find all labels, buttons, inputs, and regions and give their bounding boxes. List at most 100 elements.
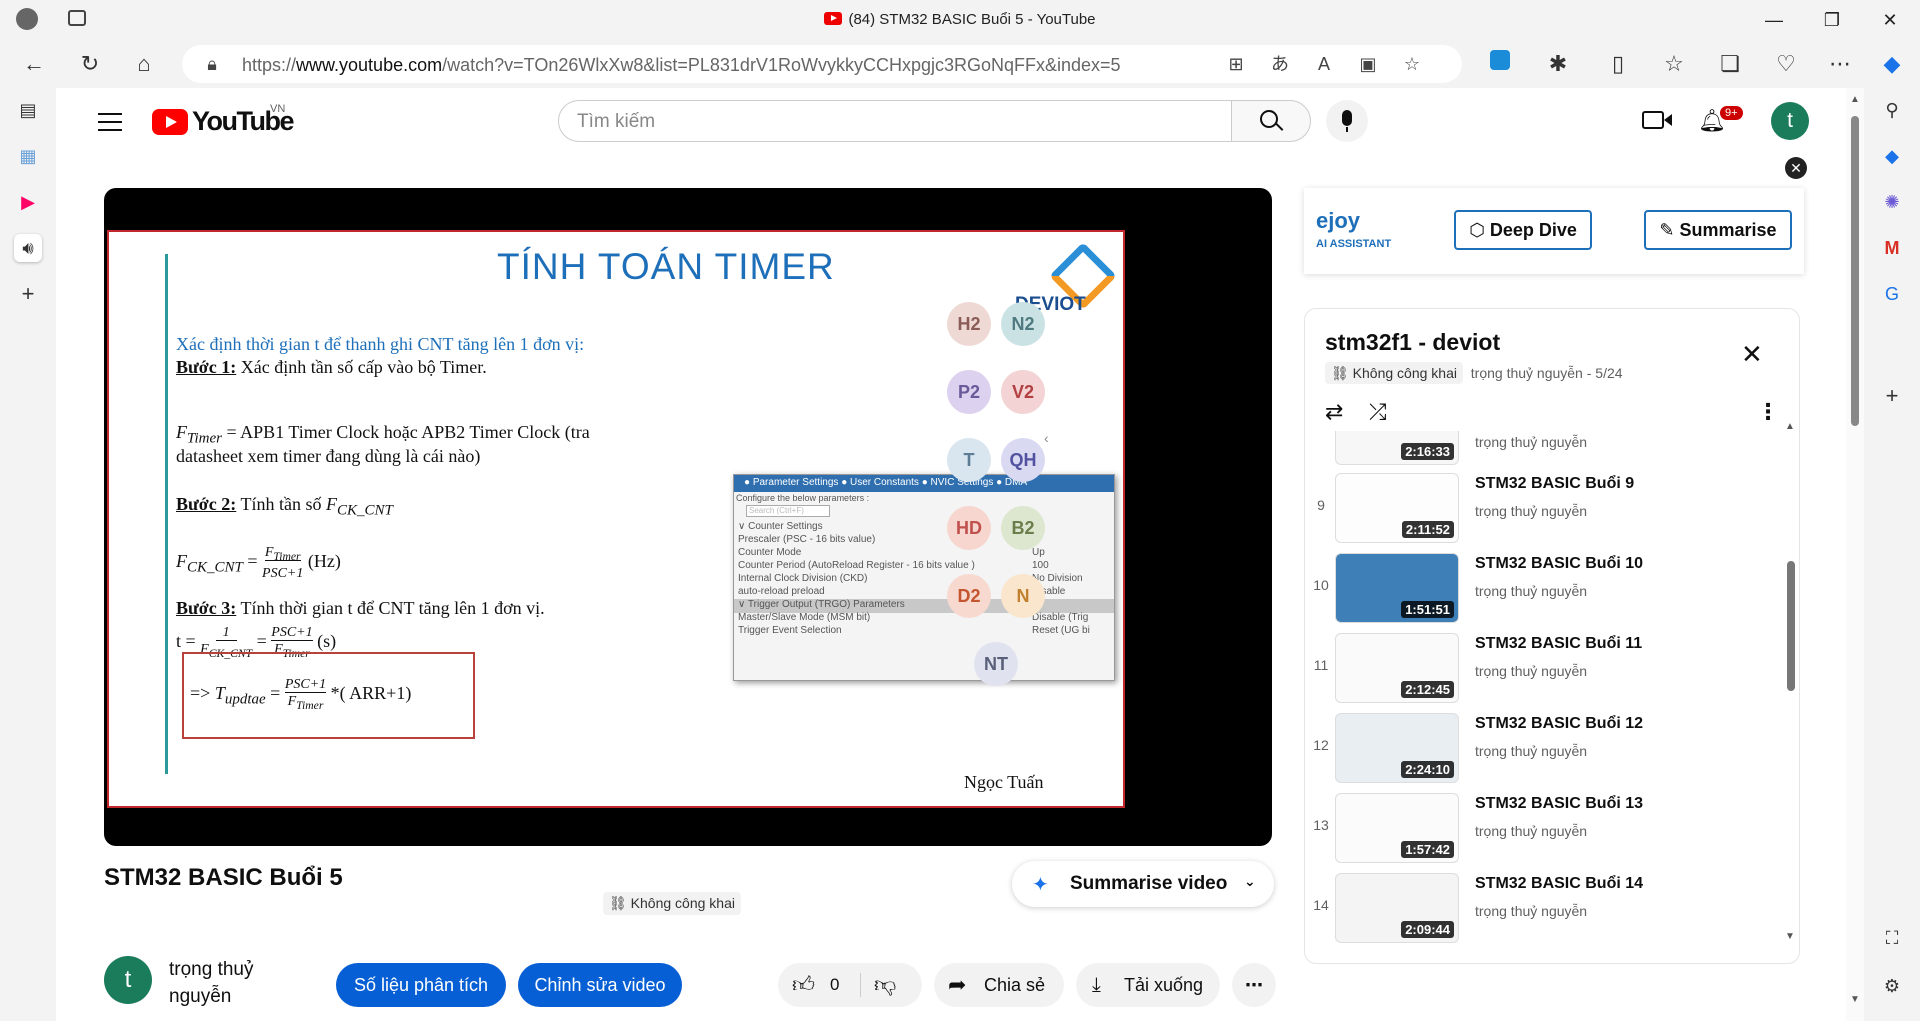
playlist-item-channel[interactable]: trọng thuỷ nguyễn (1475, 823, 1587, 839)
copilot-sidebar-icon[interactable]: ✺ (1878, 188, 1906, 216)
playlist-item[interactable]: 14 2:09:44 STM32 BASIC Buổi 14 trọng thuỷ n… (1305, 869, 1775, 947)
playlist-item-index: 11 (1313, 657, 1329, 673)
minimize-button[interactable]: — (1754, 6, 1794, 34)
page-scroll-thumb[interactable] (1851, 116, 1859, 426)
playlist-item-title[interactable]: STM32 BASIC Buổi 11 (1475, 635, 1642, 653)
channel-avatar[interactable]: t (104, 956, 152, 1004)
playlist-item-title[interactable]: STM32 BASIC Buổi 13 (1475, 795, 1643, 813)
collapse-chevron-icon[interactable]: ‹ (1044, 430, 1049, 446)
search-input[interactable]: Tìm kiếm (558, 100, 1232, 142)
playlist-item-channel[interactable]: trọng thuỷ nguyễn (1475, 583, 1587, 599)
copilot-icon[interactable]: ◆ (1876, 48, 1908, 80)
scroll-up-icon[interactable]: ▲ (1850, 94, 1860, 105)
translate-icon[interactable]: あ (1268, 52, 1292, 76)
split-screen-icon[interactable]: ▯ (1602, 48, 1634, 80)
analytics-button[interactable]: Số liệu phân tích (336, 963, 506, 1007)
page-scrollbar[interactable]: ▲ ▼ (1846, 88, 1864, 1021)
user-avatar[interactable]: t (1771, 102, 1809, 140)
edit-icon: ✎ (1659, 220, 1680, 240)
new-tab-plus-icon[interactable]: + (14, 280, 42, 308)
playlist-item[interactable]: 12 2:24:10 STM32 BASIC Buổi 12 trọng thuỷ n… (1305, 709, 1775, 787)
summarise-video-button[interactable]: ✦ Summarise video ⌄ (1012, 861, 1274, 907)
playlist-item-title[interactable]: STM32 BASIC Buổi 14 (1475, 875, 1643, 893)
playlist-title[interactable]: stm32f1 - deviot (1325, 329, 1500, 356)
playlist-item-thumbnail[interactable]: 1:57:42 (1335, 793, 1459, 863)
ejoy-close-icon[interactable]: ✕ (1785, 157, 1807, 179)
loop-playlist-icon[interactable]: ⇄ (1325, 399, 1343, 425)
maximize-button[interactable]: ❐ (1812, 6, 1852, 34)
playlist-item[interactable]: 11 2:12:45 STM32 BASIC Buổi 11 trọng thuỷ n… (1305, 629, 1775, 707)
add-favorite-star-icon[interactable]: ☆ (1400, 52, 1424, 76)
playlist-item-title[interactable]: STM32 BASIC Buổi 10 (1475, 555, 1643, 573)
playlist-item-channel[interactable]: trọng thuỷ nguyễn (1475, 743, 1587, 759)
more-menu-icon[interactable]: ⋯ (1824, 48, 1856, 80)
read-aloud-icon[interactable]: A (1312, 52, 1336, 76)
settings-gear-icon[interactable]: ⚙ (1878, 972, 1906, 1000)
playlist-item-thumbnail[interactable]: 2:12:45 (1335, 633, 1459, 703)
playlist-scroll-down-icon[interactable]: ▼ (1785, 931, 1795, 942)
playlist-menu-icon[interactable]: ⋮ (1757, 399, 1779, 425)
picture-in-picture-icon[interactable]: ▣ (1356, 52, 1380, 76)
menu-hamburger-icon[interactable] (98, 113, 122, 131)
voice-search-button[interactable] (1326, 100, 1368, 142)
playlist-scroll-thumb[interactable] (1787, 561, 1795, 691)
ejoy-summarise-button[interactable]: ✎ Summarise (1644, 210, 1792, 250)
playlist-item-title[interactable]: STM32 BASIC Buổi 9 (1475, 475, 1634, 493)
like-thumb-icon[interactable]: 👍︎ (792, 963, 815, 1007)
more-actions-button[interactable]: ⋯ (1232, 963, 1276, 1007)
playlist-item-partial[interactable]: 2:16:33 trọng thuỷ nguyễn (1305, 431, 1775, 465)
playlist-item-thumbnail[interactable]: 1:51:51 (1335, 553, 1459, 623)
audio-playing-tab-icon[interactable]: 🔊︎ (14, 234, 42, 262)
close-window-button[interactable]: ✕ (1870, 6, 1910, 34)
playlist-item-thumbnail[interactable]: 2:11:52 (1335, 473, 1459, 543)
download-button[interactable]: ⤓ Tải xuống (1076, 963, 1220, 1007)
tab-overview-icon[interactable]: ▤ (14, 96, 42, 124)
playlist-item-channel[interactable]: trọng thuỷ nguyễn (1475, 503, 1587, 519)
search-icon (1260, 110, 1278, 128)
edit-video-button[interactable]: Chỉnh sửa video (518, 963, 682, 1007)
shuffle-icon[interactable]: ⤮ (1369, 399, 1387, 425)
back-arrow-icon[interactable]: ← (18, 48, 50, 80)
youtube-tab-icon[interactable]: ▶ (14, 188, 42, 216)
playlist-item[interactable]: 10 1:51:51 STM32 BASIC Buổi 10 trọng thuỷ n… (1305, 549, 1775, 627)
refresh-icon[interactable]: ↻ (74, 48, 106, 80)
close-playlist-icon[interactable]: ✕ (1741, 339, 1763, 370)
scroll-down-icon[interactable]: ▼ (1850, 994, 1860, 1005)
search-button[interactable] (1231, 100, 1311, 142)
url-text[interactable]: https://www.youtube.com/watch?v=TOn26Wlx… (242, 55, 1121, 76)
address-bar[interactable]: 🔒︎ https://www.youtube.com/watch?v=TOn26… (182, 45, 1462, 83)
add-sidebar-app-icon[interactable]: + (1878, 382, 1906, 410)
search-sidebar-icon[interactable]: ⚲ (1878, 96, 1906, 124)
extensions-puzzle-icon[interactable]: ✱ (1542, 48, 1574, 80)
playlist-item-title[interactable]: STM32 BASIC Buổi 12 (1475, 715, 1643, 733)
tag-icon[interactable]: ◆ (1878, 142, 1906, 170)
slide-step-1: Bước 1: Xác định tần số cấp vào bộ Timer… (176, 357, 487, 377)
playlist-item-channel[interactable]: trọng thuỷ nguyễn (1475, 663, 1587, 679)
extension-drop-icon[interactable] (1484, 48, 1516, 80)
translate-sidebar-icon[interactable]: G (1878, 280, 1906, 308)
playlist-item[interactable]: 9 2:11:52 STM32 BASIC Buổi 9 trọng thuỷ ngu… (1305, 469, 1775, 547)
gmail-icon[interactable]: M (1878, 234, 1906, 262)
favorites-icon[interactable]: ☆ (1658, 48, 1690, 80)
deep-dive-button[interactable]: ⬡ Deep Dive (1454, 210, 1592, 250)
playlist-scroll-up-icon[interactable]: ▲ (1785, 421, 1795, 432)
screenshot-icon[interactable]: ⛶ (1878, 924, 1906, 952)
youtube-logo-icon[interactable] (152, 109, 188, 135)
collections-icon[interactable]: ❏ (1714, 48, 1746, 80)
dislike-thumb-icon[interactable]: 👎︎ (874, 963, 896, 1007)
lock-icon[interactable]: 🔒︎ (200, 52, 224, 76)
channel-name[interactable]: trọng thuỷ nguyễn (169, 956, 254, 1010)
playlist-item-thumbnail[interactable]: 2:09:44 (1335, 873, 1459, 943)
like-dislike-group: 👍︎ 0 👎︎ (778, 963, 922, 1007)
share-button[interactable]: ➦ Chia sẻ (934, 963, 1064, 1007)
create-video-icon[interactable] (1638, 103, 1674, 139)
video-player[interactable]: TÍNH TOÁN TIMER DEVIOT Xác định thời gia… (104, 188, 1272, 846)
playlist-item[interactable]: 13 1:57:42 STM32 BASIC Buổi 13 trọng thuỷ n… (1305, 789, 1775, 867)
playlist-item-channel[interactable]: trọng thuỷ nguyễn (1475, 903, 1587, 919)
calendar-tab-icon[interactable]: ▦ (14, 142, 42, 170)
home-icon[interactable]: ⌂ (128, 48, 160, 80)
playlist-scrollbar[interactable]: ▲ ▼ (1783, 421, 1797, 955)
app-available-icon[interactable]: ⊞ (1224, 52, 1248, 76)
playlist-item-thumbnail[interactable]: 2:24:10 (1335, 713, 1459, 783)
browser-essentials-icon[interactable]: ♡ (1770, 48, 1802, 80)
